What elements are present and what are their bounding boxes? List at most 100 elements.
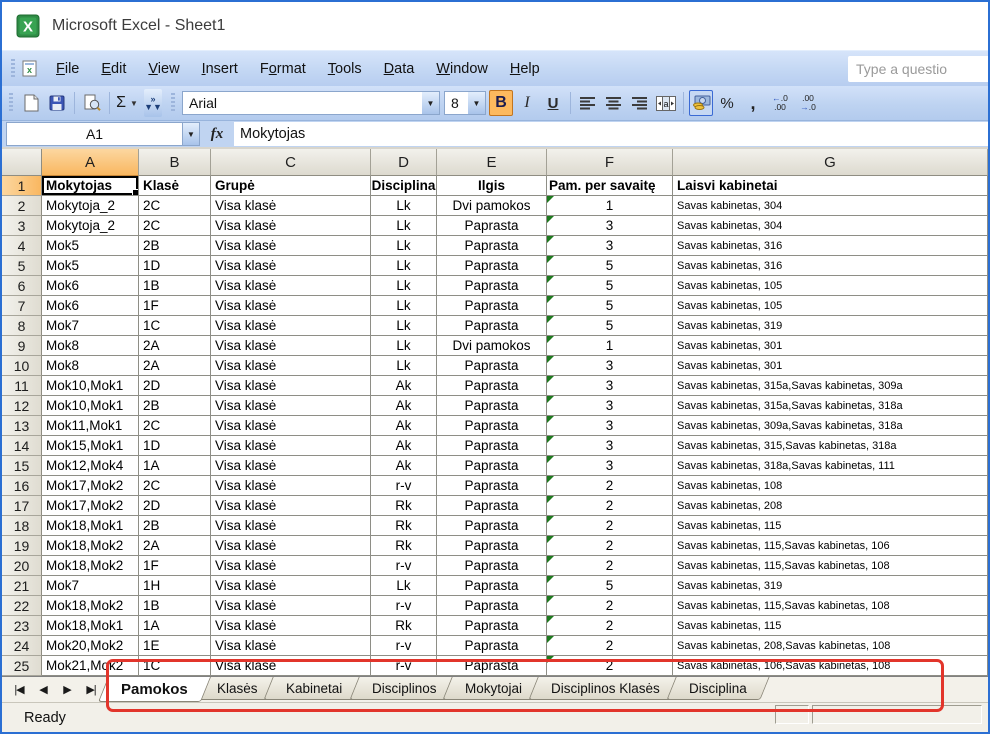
formatting-toolbar-drag-handle[interactable] xyxy=(171,93,175,113)
cell-B14[interactable]: 1D xyxy=(139,436,211,456)
cell-B23[interactable]: 1A xyxy=(139,616,211,636)
cell-E3[interactable]: Paprasta xyxy=(437,216,547,236)
type-a-question-box[interactable]: Type a questio xyxy=(848,56,990,82)
cell-G16[interactable]: Savas kabinetas, 108 xyxy=(673,476,988,496)
column-header-D[interactable]: D xyxy=(371,149,437,176)
font-name-combo[interactable]: Arial▼ xyxy=(182,91,440,115)
cell-A12[interactable]: Mok10,Mok1 xyxy=(42,396,139,416)
currency-style-button[interactable] xyxy=(689,90,713,116)
cell-F9[interactable]: 1 xyxy=(547,336,673,356)
cell-A3[interactable]: Mokytoja_2 xyxy=(42,216,139,236)
cell-D6[interactable]: Lk xyxy=(371,276,437,296)
cell-D17[interactable]: Rk xyxy=(371,496,437,516)
cell-B17[interactable]: 2D xyxy=(139,496,211,516)
cell-B16[interactable]: 2C xyxy=(139,476,211,496)
sheet-tab-disciplina[interactable]: Disciplina xyxy=(666,677,769,700)
cell-B4[interactable]: 2B xyxy=(139,236,211,256)
cell-A24[interactable]: Mok20,Mok2 xyxy=(42,636,139,656)
menu-window[interactable]: Window xyxy=(425,57,499,81)
cell-F19[interactable]: 2 xyxy=(547,536,673,556)
cell-D24[interactable]: r-v xyxy=(371,636,437,656)
cell-E2[interactable]: Dvi pamokos xyxy=(437,196,547,216)
column-header-F[interactable]: F xyxy=(547,149,673,176)
cell-B18[interactable]: 2B xyxy=(139,516,211,536)
cell-G11[interactable]: Savas kabinetas, 315a,Savas kabinetas, 3… xyxy=(673,376,988,396)
cell-C11[interactable]: Visa klasė xyxy=(211,376,371,396)
cell-C22[interactable]: Visa klasė xyxy=(211,596,371,616)
cell-E20[interactable]: Paprasta xyxy=(437,556,547,576)
cell-F4[interactable]: 3 xyxy=(547,236,673,256)
cell-E13[interactable]: Paprasta xyxy=(437,416,547,436)
cell-D18[interactable]: Rk xyxy=(371,516,437,536)
cell-D12[interactable]: Ak xyxy=(371,396,437,416)
row-header-15[interactable]: 15 xyxy=(2,456,42,476)
cell-G5[interactable]: Savas kabinetas, 316 xyxy=(673,256,988,276)
cell-E11[interactable]: Paprasta xyxy=(437,376,547,396)
percent-style-button[interactable]: % xyxy=(715,90,739,116)
cell-F6[interactable]: 5 xyxy=(547,276,673,296)
select-all-corner[interactable] xyxy=(2,149,42,176)
cell-B1[interactable]: Klasė xyxy=(139,176,211,196)
row-header-10[interactable]: 10 xyxy=(2,356,42,376)
cell-A8[interactable]: Mok7 xyxy=(42,316,139,336)
menu-tools[interactable]: Tools xyxy=(317,57,373,81)
cell-A18[interactable]: Mok18,Mok1 xyxy=(42,516,139,536)
name-box[interactable]: A1 xyxy=(6,122,182,146)
cell-C19[interactable]: Visa klasė xyxy=(211,536,371,556)
cell-F16[interactable]: 2 xyxy=(547,476,673,496)
cell-F22[interactable]: 2 xyxy=(547,596,673,616)
row-header-21[interactable]: 21 xyxy=(2,576,42,596)
cell-C9[interactable]: Visa klasė xyxy=(211,336,371,356)
cell-F1[interactable]: Pam. per savaitę xyxy=(547,176,673,196)
cell-F14[interactable]: 3 xyxy=(547,436,673,456)
cell-E4[interactable]: Paprasta xyxy=(437,236,547,256)
cell-C5[interactable]: Visa klasė xyxy=(211,256,371,276)
cell-D23[interactable]: Rk xyxy=(371,616,437,636)
cell-D22[interactable]: r-v xyxy=(371,596,437,616)
cell-E17[interactable]: Paprasta xyxy=(437,496,547,516)
cell-B8[interactable]: 1C xyxy=(139,316,211,336)
cell-F12[interactable]: 3 xyxy=(547,396,673,416)
cell-G14[interactable]: Savas kabinetas, 315,Savas kabinetas, 31… xyxy=(673,436,988,456)
cell-A22[interactable]: Mok18,Mok2 xyxy=(42,596,139,616)
cell-C18[interactable]: Visa klasė xyxy=(211,516,371,536)
cell-C14[interactable]: Visa klasė xyxy=(211,436,371,456)
cell-G2[interactable]: Savas kabinetas, 304 xyxy=(673,196,988,216)
row-header-3[interactable]: 3 xyxy=(2,216,42,236)
cell-C16[interactable]: Visa klasė xyxy=(211,476,371,496)
menu-help[interactable]: Help xyxy=(499,57,551,81)
row-header-17[interactable]: 17 xyxy=(2,496,42,516)
cell-A11[interactable]: Mok10,Mok1 xyxy=(42,376,139,396)
cell-F2[interactable]: 1 xyxy=(547,196,673,216)
bold-button[interactable]: B xyxy=(489,90,513,116)
cell-D11[interactable]: Ak xyxy=(371,376,437,396)
cell-D16[interactable]: r-v xyxy=(371,476,437,496)
cell-F5[interactable]: 5 xyxy=(547,256,673,276)
cell-D2[interactable]: Lk xyxy=(371,196,437,216)
cell-E10[interactable]: Paprasta xyxy=(437,356,547,376)
cell-G23[interactable]: Savas kabinetas, 115 xyxy=(673,616,988,636)
cell-B12[interactable]: 2B xyxy=(139,396,211,416)
cell-A1[interactable]: Mokytojas xyxy=(42,176,139,196)
cell-G9[interactable]: Savas kabinetas, 301 xyxy=(673,336,988,356)
cell-D15[interactable]: Ak xyxy=(371,456,437,476)
cell-B5[interactable]: 1D xyxy=(139,256,211,276)
column-header-A[interactable]: A xyxy=(42,149,139,176)
cell-A19[interactable]: Mok18,Mok2 xyxy=(42,536,139,556)
next-sheet-button[interactable]: ▶ xyxy=(56,680,78,700)
cell-F11[interactable]: 3 xyxy=(547,376,673,396)
comma-style-button[interactable]: , xyxy=(741,90,765,116)
cell-B25[interactable]: 1C xyxy=(139,656,211,676)
cell-E16[interactable]: Paprasta xyxy=(437,476,547,496)
row-header-25[interactable]: 25 xyxy=(2,656,42,676)
cell-C15[interactable]: Visa klasė xyxy=(211,456,371,476)
cell-D14[interactable]: Ak xyxy=(371,436,437,456)
cell-G12[interactable]: Savas kabinetas, 315a,Savas kabinetas, 3… xyxy=(673,396,988,416)
align-right-button[interactable] xyxy=(628,90,652,116)
cell-D9[interactable]: Lk xyxy=(371,336,437,356)
cell-G20[interactable]: Savas kabinetas, 115,Savas kabinetas, 10… xyxy=(673,556,988,576)
cell-G22[interactable]: Savas kabinetas, 115,Savas kabinetas, 10… xyxy=(673,596,988,616)
cell-D1[interactable]: Disciplina xyxy=(371,176,437,196)
italic-button[interactable]: I xyxy=(515,90,539,116)
cell-G18[interactable]: Savas kabinetas, 115 xyxy=(673,516,988,536)
